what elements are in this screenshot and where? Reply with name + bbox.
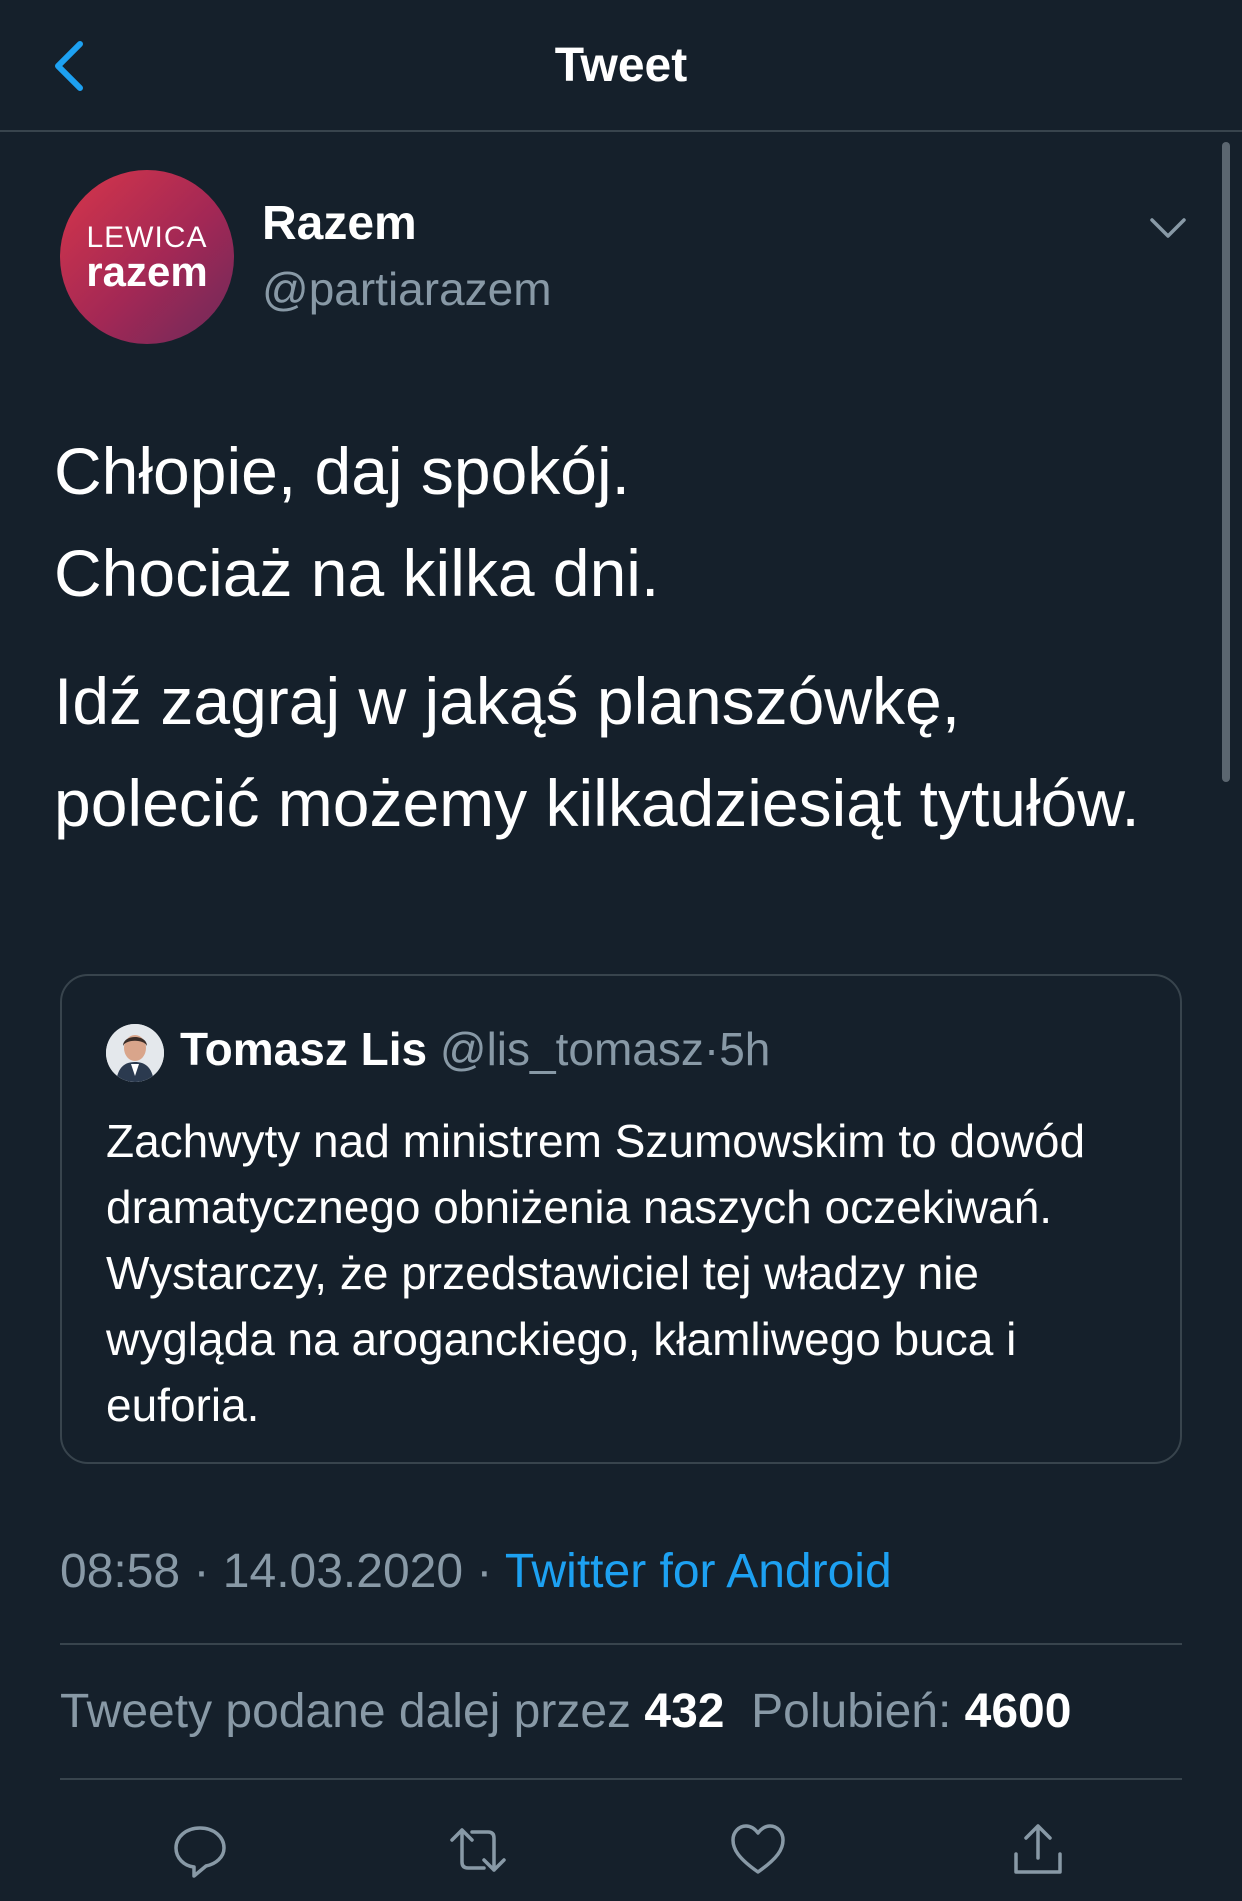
quoted-tweet-header: Tomasz Lis @lis_tomasz·5h	[180, 1022, 770, 1076]
tweet-paragraph: Chłopie, daj spokój. Chociaż na kilka dn…	[54, 420, 1194, 624]
tweet-line: Chociaż na kilka dni.	[54, 536, 660, 610]
tweet-timestamp-row: 08:58 · 14.03.2020 · Twitter for Android	[60, 1544, 892, 1599]
likes-count: 4600	[964, 1685, 1072, 1738]
retweets-label: Tweety podane dalej przez	[60, 1685, 632, 1738]
quoted-author-handle: @lis_tomasz	[439, 1023, 704, 1075]
retweets-count: 432	[644, 1685, 725, 1738]
likes-label: Polubień:	[751, 1685, 952, 1738]
author-handle[interactable]: @partiarazem	[262, 262, 552, 316]
author-name[interactable]: Razem	[262, 196, 417, 251]
retweet-button[interactable]	[448, 1820, 508, 1880]
tweet-text: Chłopie, daj spokój. Chociaż na kilka dn…	[54, 420, 1194, 854]
like-button[interactable]	[728, 1820, 788, 1880]
tweet-date: 14.03.2020	[222, 1545, 464, 1598]
tweet-paragraph: Idź zagraj w jakąś planszówkę, polecić m…	[54, 650, 1194, 854]
page-title: Tweet	[554, 39, 688, 92]
tweet-detail-screen: Tweet LEWICA razem Razem @partiarazem Ch…	[0, 0, 1242, 1901]
tweet-time: 08:58	[60, 1545, 181, 1598]
likes-stat[interactable]: Polubień: 4600	[751, 1685, 1071, 1738]
quoted-timestamp: 5h	[719, 1023, 771, 1075]
scrollbar[interactable]	[1222, 142, 1230, 782]
timestamp-separator: ·	[476, 1545, 493, 1598]
tweet-line: Idź zagraj w jakąś planszówkę,	[54, 664, 961, 738]
quoted-tweet-text: Zachwyty nad ministrem Szumowskim to dow…	[106, 1115, 1086, 1431]
more-options-button[interactable]	[1148, 208, 1188, 248]
share-icon	[1014, 1824, 1062, 1874]
quoted-tweet-card[interactable]: Tomasz Lis @lis_tomasz·5h Zachwyty nad m…	[60, 974, 1182, 1464]
chevron-down-icon	[1150, 218, 1186, 238]
tweet-line: Chłopie, daj spokój.	[54, 434, 631, 508]
retweet-icon	[450, 1828, 506, 1872]
reply-icon	[174, 1826, 226, 1878]
reply-button[interactable]	[170, 1820, 230, 1880]
engagement-stats: Tweety podane dalej przez 432 Polubień: …	[60, 1684, 1071, 1739]
divider	[60, 1643, 1182, 1645]
tweet-line: polecić możemy kilkadziesiąt tytułów.	[54, 766, 1140, 840]
nav-header: Tweet	[0, 0, 1242, 132]
share-button[interactable]	[1008, 1820, 1068, 1880]
avatar-logo-text-bottom: razem	[86, 248, 208, 295]
timestamp-separator: ·	[193, 1545, 210, 1598]
like-icon	[731, 1824, 785, 1874]
quoted-author-name: Tomasz Lis	[180, 1023, 428, 1075]
quoted-avatar	[106, 1024, 164, 1082]
divider	[60, 1778, 1182, 1780]
tweet-source-link[interactable]: Twitter for Android	[505, 1545, 892, 1598]
person-avatar-icon	[106, 1024, 164, 1082]
retweets-stat[interactable]: Tweety podane dalej przez 432	[60, 1685, 724, 1738]
quoted-separator: ·	[703, 1023, 720, 1075]
avatar[interactable]: LEWICA razem	[60, 170, 234, 344]
